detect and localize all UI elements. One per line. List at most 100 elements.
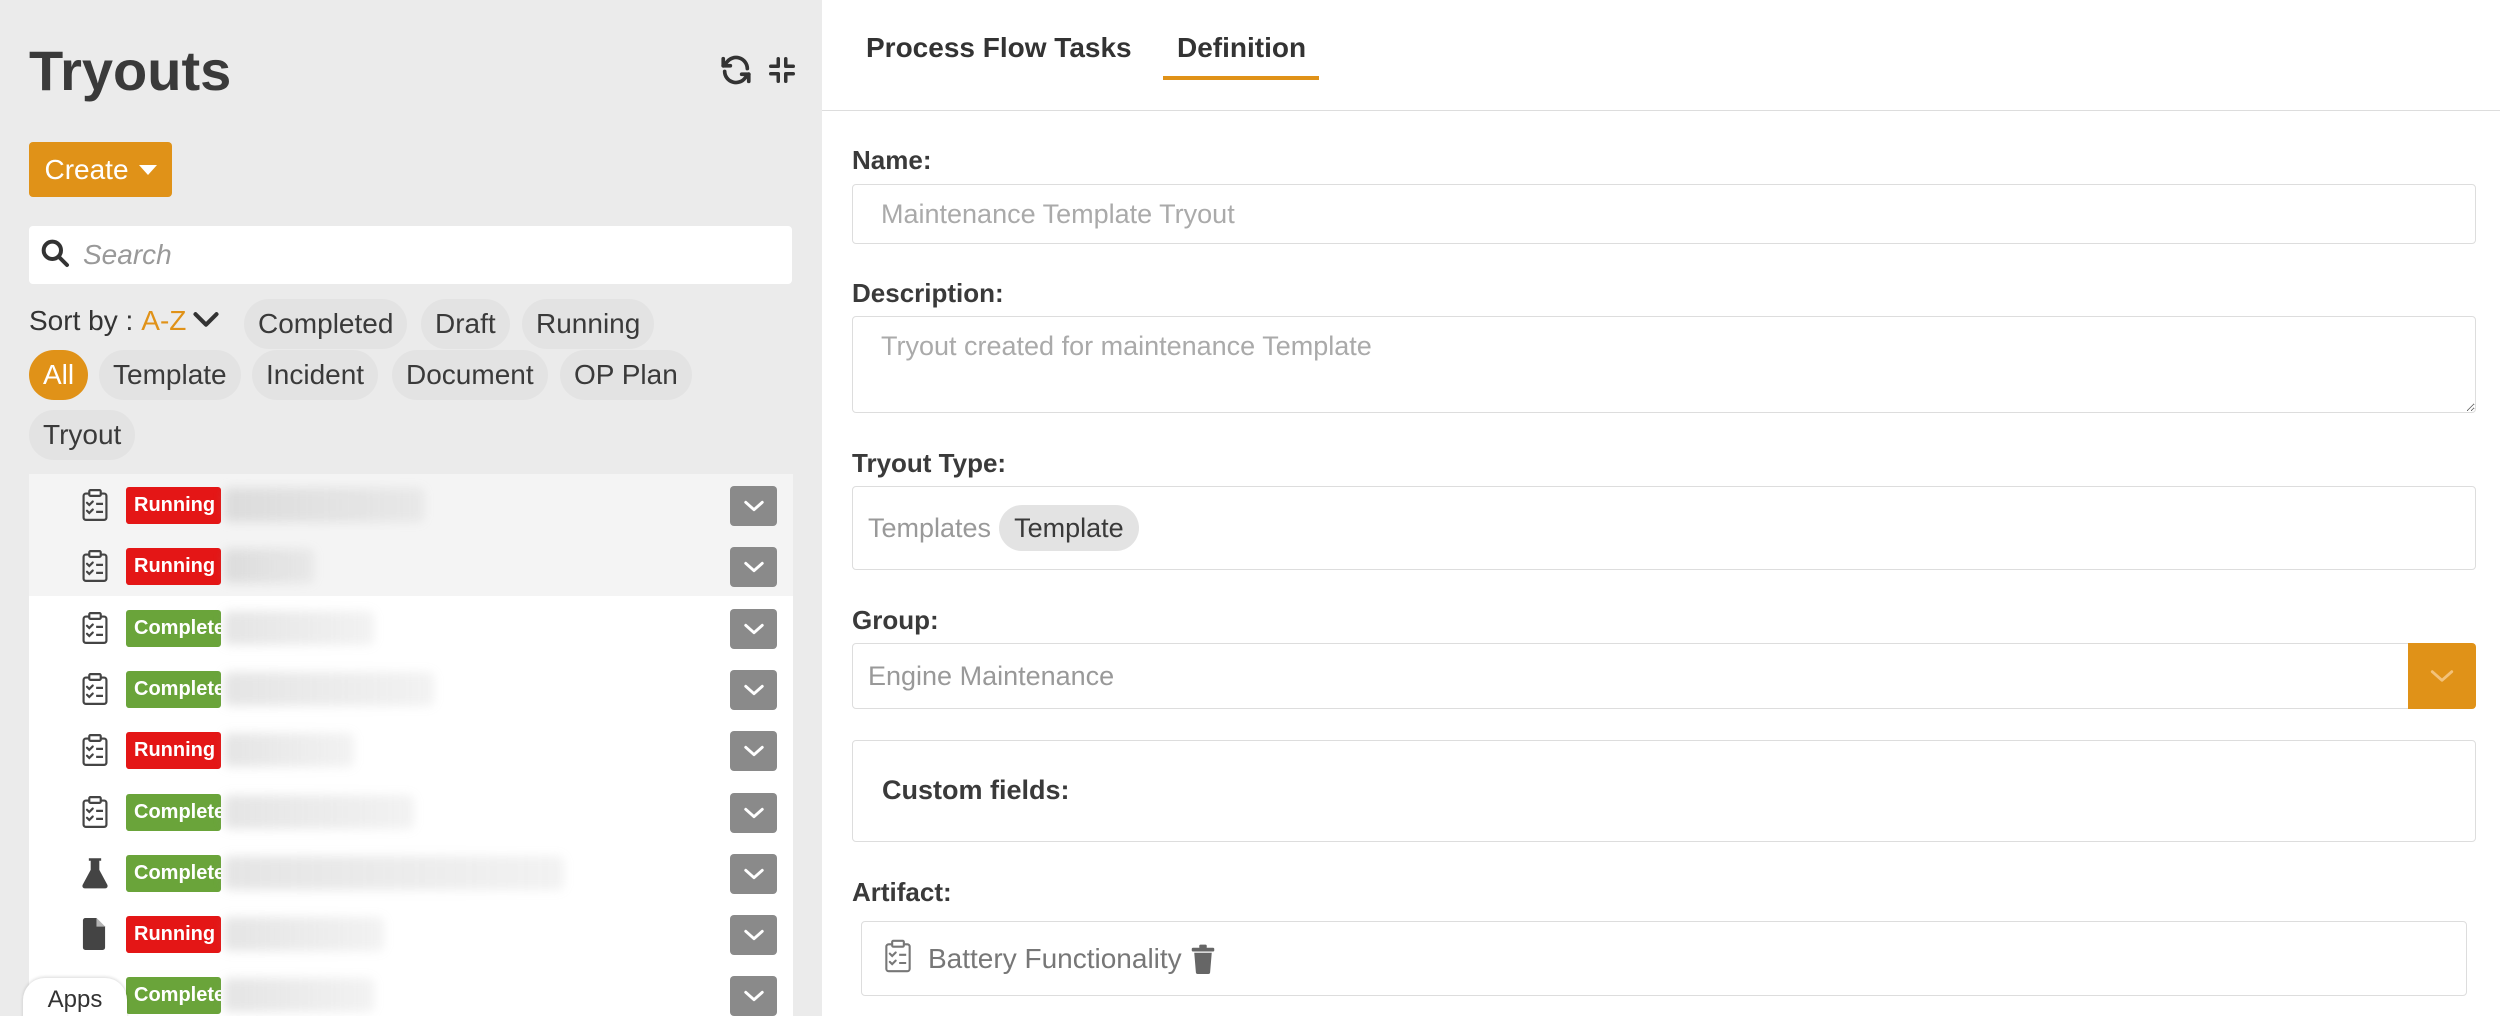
filter-incident[interactable]: Incident [252,350,379,400]
checklist-icon [80,550,110,583]
create-button[interactable]: Create [29,142,172,197]
redacted-name [224,549,314,584]
list-item[interactable]: Running [29,474,793,535]
row-menu-button[interactable] [730,547,777,588]
filter-op-plan[interactable]: OP Plan [560,350,692,400]
group-label: Group: [852,605,939,635]
description-input[interactable] [852,316,2476,413]
row-menu-button[interactable] [730,608,777,649]
status-badge: Completed [126,670,221,708]
filter-tryout[interactable]: Tryout [29,410,136,460]
filter-completed[interactable]: Completed [244,299,408,349]
tryout-type-field[interactable]: Templates Template [852,486,2476,570]
search-input[interactable] [83,239,763,271]
status-badge: Running [126,916,221,954]
tryout-type-label: Tryout Type: [852,448,1007,478]
row-menu-button[interactable] [730,915,777,956]
row-menu-button[interactable] [730,731,777,772]
sort-value: A-Z [141,305,187,336]
status-badge: Running [126,487,221,524]
chevron-down-icon [743,746,764,757]
artifact-item: Battery Functionality [861,921,2467,996]
page-title: Tryouts [29,39,232,102]
checklist-icon [80,672,110,705]
flask-icon [80,857,110,889]
chevron-down-icon [743,623,764,634]
checklist-icon [80,795,110,828]
redacted-name [224,978,374,1013]
list-item[interactable]: Running [29,535,793,597]
checklist-icon [80,611,110,644]
name-label: Name: [852,145,932,175]
filter-all[interactable]: All [29,350,89,400]
description-label: Description: [852,278,1004,308]
status-badge: Completed [126,854,221,892]
list-item[interactable]: Running [29,719,793,780]
trash-icon[interactable] [1190,944,1216,974]
tab-process-flow-tasks[interactable]: Process Flow Tasks [866,32,1132,64]
row-menu-button[interactable] [730,853,777,894]
filter-draft[interactable]: Draft [421,299,510,349]
artifact-name: Battery Functionality [928,942,1182,974]
list-item[interactable]: Running [29,903,793,964]
redacted-name [224,610,374,645]
refresh-icon[interactable] [716,50,756,90]
custom-fields-title: Custom fields: [882,775,1070,805]
sort-selector[interactable]: Sort by : A-Z [29,305,220,337]
status-badge: Running [126,732,221,770]
definition-panel: Process Flow Tasks Definition Name: Desc… [822,0,2500,1016]
checklist-icon [80,734,110,767]
tryout-type-tag[interactable]: Template [999,505,1139,551]
tryout-type-prefix: Templates [868,512,992,543]
redacted-name [224,917,384,952]
filter-running[interactable]: Running [522,299,655,349]
redacted-name [224,488,424,522]
sort-label: Sort by : [29,305,134,336]
chevron-down-icon [192,305,220,337]
create-button-label: Create [44,153,129,185]
tryouts-sidebar: Tryouts Create Sort by : A-Z Completed D… [0,0,822,1016]
list-item[interactable]: Completed [29,842,793,903]
redacted-name [224,794,414,829]
group-dropdown-button[interactable] [2408,643,2476,709]
redacted-name [224,855,564,890]
row-menu-button[interactable] [730,669,777,710]
search-box [29,226,792,284]
chevron-down-icon [743,929,764,941]
collapse-icon[interactable] [762,50,802,90]
tab-bar: Process Flow Tasks Definition [822,0,2500,111]
redacted-name [224,671,434,706]
document-icon [80,918,110,951]
checklist-icon [884,939,912,978]
filter-document[interactable]: Document [392,350,548,400]
chevron-down-icon [743,991,764,1002]
chevron-down-icon [743,684,764,696]
chevron-down-icon [743,562,764,573]
list-item[interactable]: Completed [29,597,793,658]
row-menu-button[interactable] [730,792,777,833]
checklist-icon [80,489,110,521]
group-select[interactable]: Engine Maintenance [852,643,2410,709]
list-item[interactable]: Completed [29,781,793,842]
caret-down-icon [138,164,157,175]
row-menu-button[interactable] [730,486,777,526]
chevron-down-icon [743,500,764,512]
status-badge: Completed [126,609,221,647]
status-badge: Running [126,548,221,586]
row-menu-button[interactable] [730,976,777,1016]
artifact-label: Artifact: [852,877,952,907]
redacted-name [224,733,354,768]
chevron-down-icon [743,868,764,879]
status-badge: Completed [126,793,221,831]
chevron-down-icon [743,807,764,818]
list-item[interactable]: Completed [29,964,793,1016]
tryout-list: Running Running Completed Completed Running C… [29,474,793,1016]
name-input[interactable] [852,184,2476,244]
custom-fields-section: Custom fields: [852,740,2476,842]
search-icon [39,237,71,274]
list-item[interactable]: Completed [29,658,793,719]
active-tab-indicator [1163,76,1319,80]
apps-button[interactable]: Apps [23,978,127,1016]
filter-template[interactable]: Template [99,350,241,400]
tab-definition[interactable]: Definition [1177,32,1306,64]
